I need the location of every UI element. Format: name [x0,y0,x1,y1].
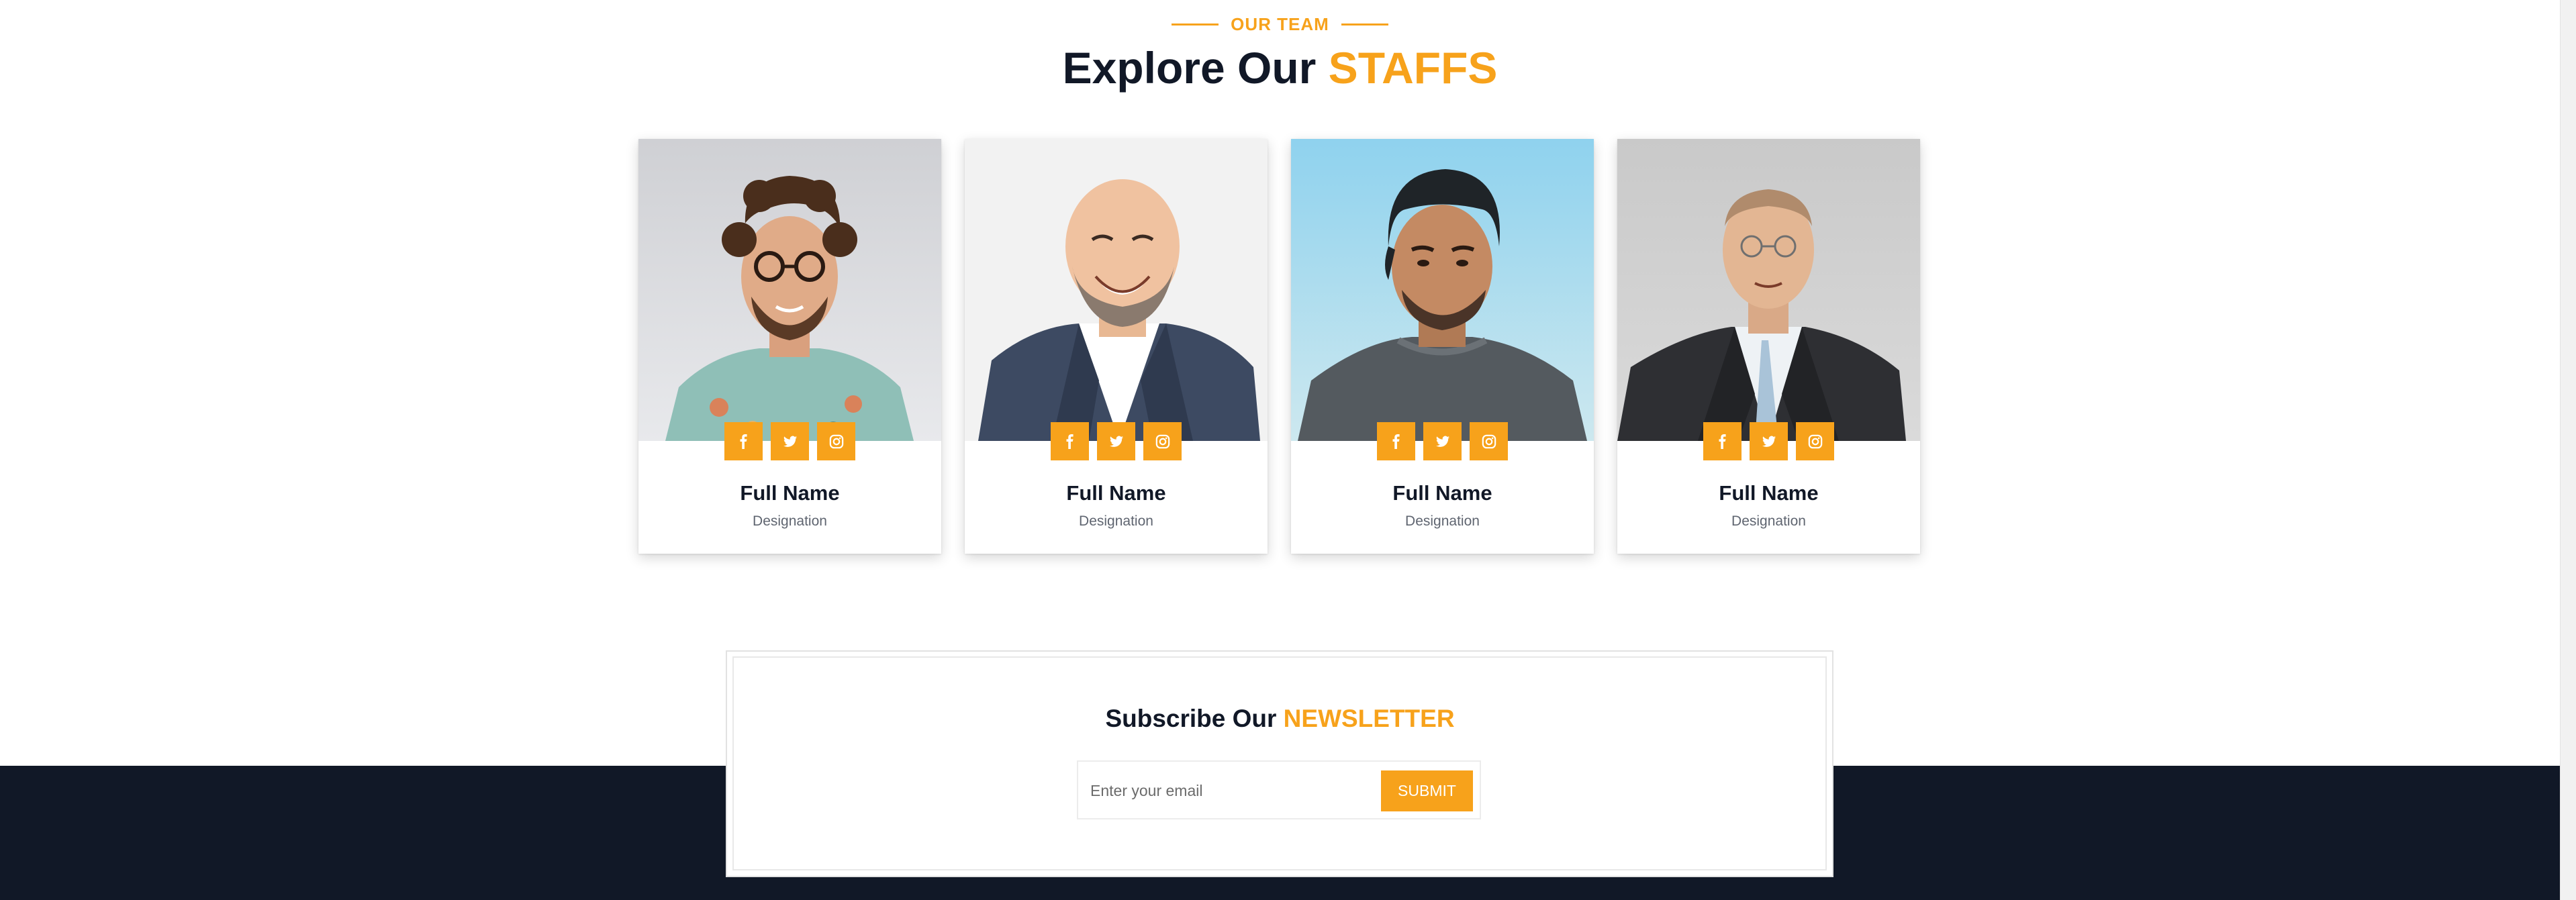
social-links [1291,422,1594,460]
section-eyebrow: OUR TEAM [0,13,2560,35]
eyebrow-label: OUR TEAM [1231,13,1329,34]
instagram-link[interactable] [1470,422,1508,460]
instagram-icon [1808,434,1823,449]
eyebrow-line-right [1341,23,1388,26]
newsletter-title-accent: NEWSLETTER [1283,705,1455,732]
facebook-link[interactable] [1377,422,1415,460]
facebook-link[interactable] [1051,422,1089,460]
section-title: Explore Our STAFFS [0,38,2560,98]
staff-card: Full Name Designation [965,139,1268,554]
staff-card: Full Name Designation [638,139,941,554]
staff-designation: Designation [1079,513,1153,529]
section-title-main: Explore Our [1062,43,1317,93]
twitter-link[interactable] [1423,422,1462,460]
instagram-link[interactable] [1143,422,1182,460]
twitter-icon [1762,434,1776,449]
instagram-link[interactable] [817,422,855,460]
facebook-icon [736,434,751,449]
instagram-link[interactable] [1796,422,1834,460]
facebook-link[interactable] [1703,422,1742,460]
scrollbar[interactable] [2560,0,2576,900]
social-links [965,422,1268,460]
staff-name: Full Name [1392,481,1492,505]
facebook-icon [1063,434,1078,449]
staff-designation: Designation [753,513,827,529]
social-links [638,422,941,460]
facebook-icon [1715,434,1730,449]
staff-name: Full Name [1719,481,1819,505]
social-links [1617,422,1920,460]
newsletter-title-main: Subscribe Our [1105,705,1277,732]
email-input[interactable] [1090,771,1372,810]
instagram-icon [829,434,844,449]
staff-photo [1291,139,1594,441]
newsletter-form: SUBMIT [1077,760,1481,819]
staff-photo [638,139,941,441]
section-title-accent: STAFFS [1328,43,1498,93]
newsletter-title: Subscribe Our NEWSLETTER [0,705,2560,733]
staff-designation: Designation [1731,513,1806,529]
instagram-icon [1155,434,1170,449]
submit-button[interactable]: SUBMIT [1381,770,1473,811]
facebook-icon [1389,434,1404,449]
twitter-icon [1435,434,1450,449]
staff-name: Full Name [740,481,840,505]
facebook-link[interactable] [724,422,763,460]
page: OUR TEAM Explore Our STAFFS Full Name De… [0,0,2560,900]
eyebrow-line-left [1172,23,1219,26]
instagram-icon [1482,434,1496,449]
staff-card: Full Name Designation [1617,139,1920,554]
staff-photo [1617,139,1920,441]
twitter-icon [1109,434,1124,449]
twitter-link[interactable] [1097,422,1135,460]
twitter-link[interactable] [771,422,809,460]
staff-card: Full Name Designation [1291,139,1594,554]
twitter-icon [783,434,798,449]
staff-designation: Designation [1405,513,1480,529]
staff-photo [965,139,1268,441]
twitter-link[interactable] [1750,422,1788,460]
staff-name: Full Name [1066,481,1166,505]
